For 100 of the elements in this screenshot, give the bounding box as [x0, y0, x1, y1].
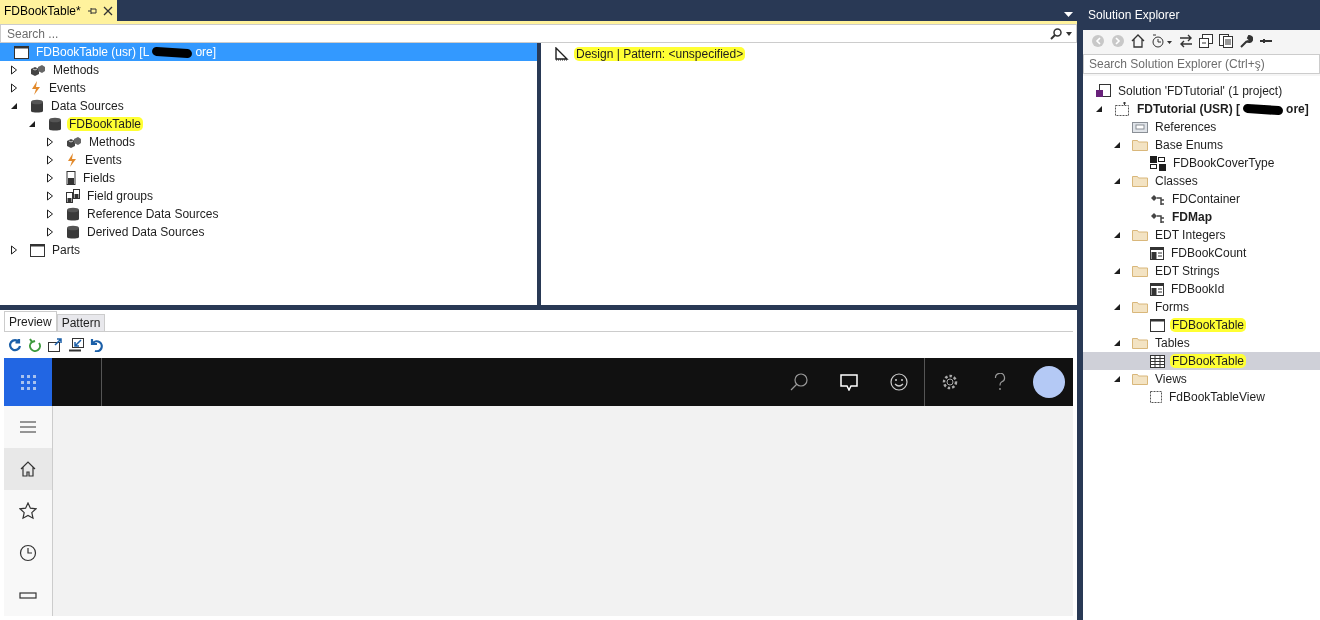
database-icon: [66, 224, 80, 240]
tree-item[interactable]: EDT Strings: [1083, 262, 1320, 280]
tree-item[interactable]: Tables: [1083, 334, 1320, 352]
tree-item[interactable]: FDTutorial (USR) [ ore]: [1083, 100, 1320, 118]
search-input[interactable]: Search ...: [5, 25, 1050, 42]
collapse-all-icon[interactable]: [1199, 34, 1213, 48]
collapse-arrow-icon[interactable]: [1113, 177, 1121, 185]
expand-arrow-icon[interactable]: [10, 245, 18, 256]
tab[interactable]: Preview: [4, 311, 57, 331]
tree-item-label: FDBookTable: [1170, 318, 1247, 332]
close-icon[interactable]: [102, 5, 113, 16]
tree-item[interactable]: Fields: [0, 169, 537, 188]
pop-in-icon[interactable]: [69, 338, 84, 352]
tree-item[interactable]: Methods: [0, 133, 537, 152]
collapse-arrow-icon[interactable]: [1113, 375, 1121, 383]
search-field[interactable]: Search ...: [0, 23, 1077, 44]
tree-item-label: Reference Data Sources: [86, 207, 220, 222]
tree-item[interactable]: Derived Data Sources: [0, 223, 537, 242]
collapse-arrow-icon[interactable]: [1113, 231, 1121, 239]
expand-arrow-icon[interactable]: [10, 65, 18, 76]
home-icon[interactable]: [1131, 34, 1145, 48]
tree-item[interactable]: FDBookCount: [1083, 244, 1320, 262]
tree-item[interactable]: Solution 'FDTutorial' (1 project): [1083, 82, 1320, 100]
tree-item[interactable]: Reference Data Sources: [0, 205, 537, 224]
tree-item[interactable]: Field groups: [0, 187, 537, 206]
expand-arrow-icon[interactable]: [46, 173, 54, 184]
collapse-arrow-icon[interactable]: [10, 102, 18, 111]
refresh-all-icon[interactable]: [28, 338, 42, 352]
tree-item[interactable]: FDBookTable: [1083, 352, 1320, 370]
tree-item[interactable]: Data Sources: [0, 97, 537, 116]
tree-item[interactable]: Classes: [1083, 172, 1320, 190]
collapse-arrow-icon[interactable]: [1095, 105, 1103, 113]
folder-icon: [1132, 265, 1148, 277]
search-icon[interactable]: [790, 373, 808, 391]
tree-item[interactable]: EDT Integers: [1083, 226, 1320, 244]
tree-item[interactable]: FDMap: [1083, 208, 1320, 226]
workspaces-icon[interactable]: [19, 590, 37, 600]
tree-item[interactable]: FDContainer: [1083, 190, 1320, 208]
home-icon[interactable]: [20, 461, 36, 477]
form-icon: [14, 45, 29, 59]
search-icon[interactable]: [1050, 27, 1062, 40]
tree-item-label: Parts: [51, 243, 81, 258]
tree-item[interactable]: References: [1083, 118, 1320, 136]
expand-arrow-icon[interactable]: [46, 155, 54, 166]
expand-arrow-icon[interactable]: [46, 191, 54, 202]
clock-icon[interactable]: [19, 544, 37, 562]
tree-item[interactable]: Views: [1083, 370, 1320, 388]
tree-item-label: FDTutorial (USR) [: [1136, 102, 1242, 116]
chat-bubble-icon[interactable]: [840, 373, 858, 391]
tree-item[interactable]: Forms: [1083, 298, 1320, 316]
collapse-arrow-icon[interactable]: [1113, 141, 1121, 149]
tree-item[interactable]: FDBookTable: [0, 115, 537, 134]
tree-item-label: Forms: [1154, 300, 1190, 314]
document-tab[interactable]: FDBookTable*: [0, 0, 117, 21]
app-launcher-button[interactable]: [4, 358, 52, 406]
sync-icon[interactable]: [1179, 34, 1193, 48]
tree-item[interactable]: FDBookTable: [1083, 316, 1320, 334]
collapse-arrow-icon[interactable]: [28, 120, 36, 129]
tree-item-label: Views: [1154, 372, 1188, 386]
expand-arrow-icon[interactable]: [46, 227, 54, 238]
show-all-files-icon[interactable]: [1219, 34, 1233, 48]
solution-icon: [1096, 84, 1111, 98]
tree-item-label: EDT Strings: [1154, 264, 1221, 278]
database-icon: [66, 206, 80, 222]
expand-arrow-icon[interactable]: [46, 209, 54, 220]
collapse-arrow-icon[interactable]: [1113, 267, 1121, 275]
tree-item-label: Derived Data Sources: [86, 225, 206, 240]
collapse-arrow-icon[interactable]: [1113, 303, 1121, 311]
expand-arrow-icon[interactable]: [10, 83, 18, 94]
lightning-icon: [30, 81, 42, 96]
tree-item[interactable]: FDBookId: [1083, 280, 1320, 298]
pin-icon[interactable]: [86, 5, 97, 16]
avatar[interactable]: [1033, 366, 1065, 398]
star-icon[interactable]: [19, 502, 37, 520]
refresh-icon[interactable]: [8, 338, 22, 352]
dropdown-arrow-icon[interactable]: [1064, 12, 1073, 17]
dropdown-arrow-icon[interactable]: [1066, 31, 1072, 36]
references-icon: [1132, 121, 1148, 133]
tree-item[interactable]: FdBookTableView: [1083, 388, 1320, 406]
field-icon: [66, 171, 76, 186]
history-icon[interactable]: [1151, 34, 1173, 48]
menu-icon[interactable]: [19, 420, 37, 434]
tree-item[interactable]: Events: [0, 151, 537, 170]
pop-out-icon[interactable]: [48, 338, 63, 352]
tree-item-label: ore]: [1285, 102, 1310, 116]
tree-item[interactable]: Events: [0, 79, 537, 98]
undo-icon[interactable]: [90, 338, 104, 352]
tree-item-label: FDBookTable: [67, 117, 144, 132]
collapse-arrow-icon[interactable]: [1113, 339, 1121, 347]
tree-item[interactable]: FDBookCoverType: [1083, 154, 1320, 172]
wrench-icon[interactable]: [1239, 34, 1253, 48]
tree-item[interactable]: Methods: [0, 61, 537, 80]
tree-item[interactable]: Base Enums: [1083, 136, 1320, 154]
tree-item[interactable]: Parts: [0, 241, 537, 260]
tab[interactable]: Pattern: [56, 314, 106, 331]
folder-icon: [1132, 301, 1148, 313]
smiley-icon[interactable]: [890, 373, 908, 391]
settings-icon[interactable]: [941, 373, 959, 391]
expand-arrow-icon[interactable]: [46, 137, 54, 148]
help-icon[interactable]: [994, 373, 1006, 391]
